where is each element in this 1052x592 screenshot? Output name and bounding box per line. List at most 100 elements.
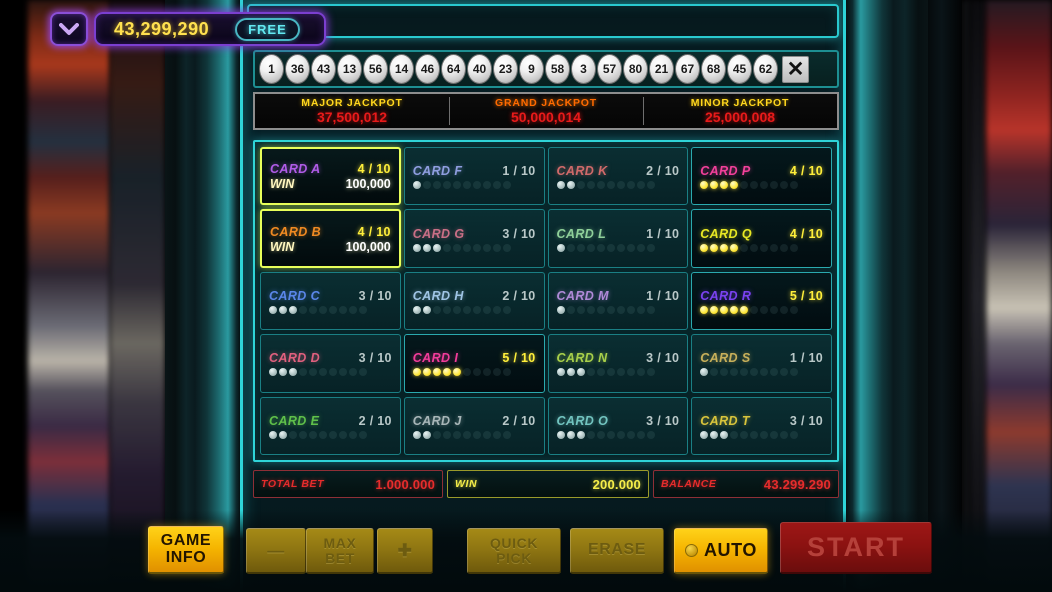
- card-dot: [492, 181, 501, 190]
- card-dot: [790, 368, 799, 377]
- card-dot: [269, 430, 277, 439]
- card-name: CARD H: [412, 288, 464, 303]
- card-progress-dots: [269, 305, 392, 314]
- bingo-card[interactable]: CARD F 1 / 10: [403, 147, 545, 206]
- card-win-value: 100,000: [345, 177, 391, 192]
- game-info-button[interactable]: GAME INFO: [148, 526, 224, 574]
- card-progress-dots: [700, 305, 823, 314]
- card-dot: [339, 305, 347, 314]
- card-dot: [606, 181, 615, 190]
- card-dot: [596, 181, 605, 190]
- max-bet-button[interactable]: MAX BET: [306, 528, 374, 574]
- card-dot: [566, 243, 575, 252]
- drawn-ball: 9: [519, 54, 544, 84]
- card-dot: [452, 243, 461, 252]
- drawn-ball: 45: [727, 54, 752, 84]
- bingo-card[interactable]: CARD B 4 / 10 WIN 100,000: [260, 209, 401, 268]
- card-match-count: 2 / 10: [502, 288, 536, 303]
- card-win-row: WIN 100,000: [270, 177, 391, 191]
- drawn-ball: 36: [285, 54, 310, 84]
- jackpot-value: 25,000,008: [704, 109, 776, 125]
- bingo-card[interactable]: CARD S 1 / 10: [691, 334, 832, 393]
- card-dot: [646, 430, 655, 439]
- card-dot: [462, 305, 471, 314]
- card-dot: [730, 181, 739, 190]
- bingo-card[interactable]: CARD C 3 / 10: [260, 271, 401, 331]
- bingo-card[interactable]: CARD O 3 / 10: [547, 396, 689, 455]
- bingo-card[interactable]: CARD J 2 / 10: [403, 396, 545, 455]
- card-match-count: 2 / 10: [646, 164, 680, 179]
- card-dot: [790, 430, 799, 439]
- erase-label: ERASE: [587, 541, 647, 559]
- card-dot: [720, 181, 729, 190]
- card-dot: [740, 181, 749, 190]
- card-dot: [750, 368, 759, 377]
- card-progress-dots: [700, 430, 823, 439]
- card-match-count: 3 / 10: [646, 351, 680, 366]
- bingo-card[interactable]: CARD T 3 / 10: [691, 396, 832, 455]
- bingo-card[interactable]: CARD N 3 / 10: [547, 334, 689, 393]
- card-header: CARD O 3 / 10: [557, 414, 680, 428]
- card-match-count: 5 / 10: [502, 351, 536, 366]
- max-bet-label-line1: MAX: [323, 535, 357, 552]
- card-dot: [472, 305, 481, 314]
- card-name: CARD J: [412, 413, 462, 428]
- bingo-card[interactable]: CARD K 2 / 10: [547, 147, 689, 206]
- free-badge[interactable]: FREE: [235, 17, 300, 41]
- bingo-card[interactable]: CARD H 2 / 10: [403, 271, 545, 331]
- card-match-count: 3 / 10: [358, 351, 392, 366]
- erase-button[interactable]: ERASE: [570, 528, 664, 574]
- card-match-count: 4 / 10: [789, 164, 823, 179]
- bingo-card[interactable]: CARD M 1 / 10: [547, 271, 689, 331]
- card-dot: [452, 368, 461, 377]
- collapse-hud-button[interactable]: [50, 12, 88, 46]
- card-dot: [319, 368, 327, 377]
- bingo-card[interactable]: CARD R 5 / 10: [691, 271, 832, 331]
- quick-pick-button[interactable]: QUICK PICK: [467, 528, 561, 574]
- card-dot: [750, 243, 759, 252]
- bet-increase-button[interactable]: ✚: [377, 528, 433, 574]
- card-win-value: 100,000: [345, 239, 391, 254]
- card-dot: [730, 430, 739, 439]
- card-dot: [750, 430, 759, 439]
- card-dot: [730, 243, 739, 252]
- background-dark-left: [0, 0, 28, 592]
- auto-button[interactable]: AUTO: [674, 528, 768, 574]
- card-dot: [452, 305, 461, 314]
- card-dot: [329, 430, 337, 439]
- bingo-card[interactable]: CARD G 3 / 10: [403, 209, 545, 268]
- bingo-card[interactable]: CARD Q 4 / 10: [691, 209, 832, 268]
- card-header: CARD C 3 / 10: [269, 289, 392, 303]
- card-name: CARD S: [700, 351, 751, 366]
- status-bar: TOTAL BET 1.000.000 WIN 200.000 BALANCE …: [253, 470, 839, 498]
- background-photo-left-2: [110, 0, 165, 592]
- bingo-card[interactable]: CARD P 4 / 10: [691, 147, 832, 206]
- card-header: CARD L 1 / 10: [557, 227, 680, 241]
- bingo-card[interactable]: CARD A 4 / 10 WIN 100,000: [260, 147, 401, 206]
- balance-field: BALANCE 43.299.290: [653, 470, 839, 498]
- card-header: CARD P 4 / 10: [700, 164, 823, 178]
- bingo-card[interactable]: CARD L 1 / 10: [547, 209, 689, 268]
- card-dot: [269, 368, 277, 377]
- card-dot: [442, 368, 451, 377]
- card-dot: [556, 430, 565, 439]
- close-icon[interactable]: ✕: [782, 55, 809, 83]
- card-dot: [412, 430, 421, 439]
- bingo-card[interactable]: CARD E 2 / 10: [260, 396, 401, 455]
- bingo-card[interactable]: CARD D 3 / 10: [260, 334, 401, 393]
- total-bet-field[interactable]: TOTAL BET 1.000.000: [253, 470, 443, 498]
- card-dot: [422, 430, 431, 439]
- card-header: CARD J 2 / 10: [413, 414, 536, 428]
- card-name: CARD D: [269, 351, 321, 366]
- card-dot: [279, 305, 287, 314]
- card-header: CARD H 2 / 10: [413, 289, 536, 303]
- start-button[interactable]: START: [780, 522, 932, 574]
- bet-decrease-button[interactable]: —: [246, 528, 306, 574]
- card-dot: [720, 243, 729, 252]
- plus-icon: ✚: [397, 540, 413, 560]
- card-dot: [432, 430, 441, 439]
- background-photo-right: [986, 0, 1052, 592]
- card-win-label: WIN: [270, 239, 295, 254]
- quick-pick-label-line1: QUICK: [489, 535, 539, 552]
- bingo-card[interactable]: CARD I 5 / 10: [403, 334, 545, 393]
